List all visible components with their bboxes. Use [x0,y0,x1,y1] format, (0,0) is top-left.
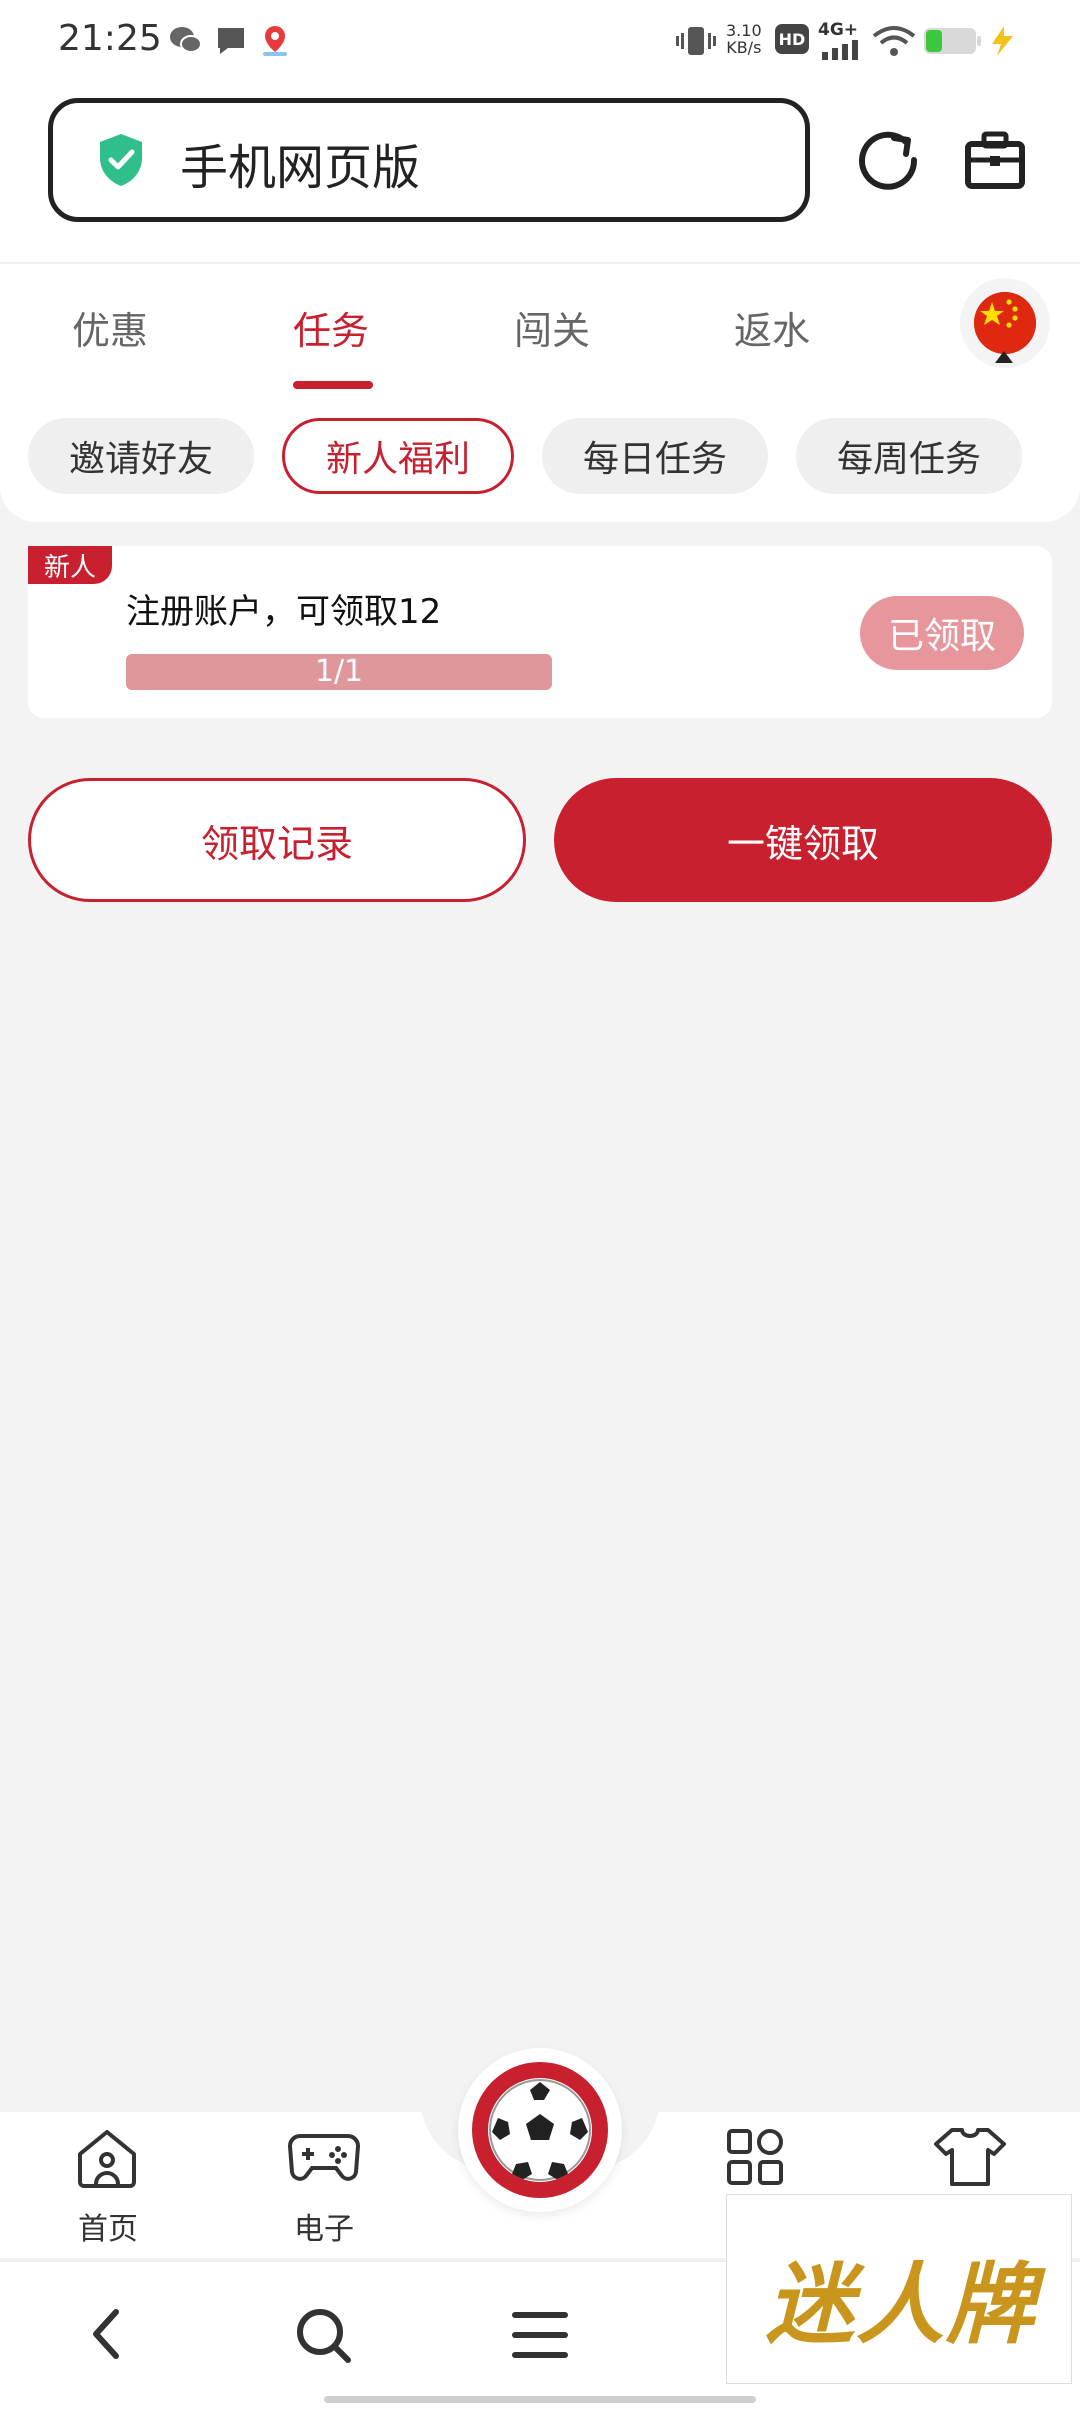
vibrate-icon [676,27,716,55]
signal-icon [822,40,858,60]
hd-badge: HD [775,24,809,54]
home-indicator[interactable] [324,2396,756,2403]
claim-record-button[interactable]: 领取记录 [28,778,526,902]
new-badge: 新人 [28,546,112,584]
home-icon[interactable] [74,2126,140,2190]
task-progress-text: 1/1 [314,654,364,689]
subtab-weekly-tasks[interactable]: 每周任务 [796,418,1022,494]
address-bar[interactable] [48,98,810,222]
task-title: 注册账户，可领取12 [126,592,442,632]
refresh-icon[interactable] [856,128,920,192]
charging-icon [992,26,1013,56]
caret-up-icon [995,351,1013,363]
shield-check-icon [100,134,142,186]
claim-all-button[interactable]: 一键领取 [554,778,1052,902]
tab-fanshui[interactable]: 返水 [734,300,810,355]
speed-unit: KB/s [726,38,762,57]
nav-games-label[interactable]: 电子 [264,2204,384,2248]
speed-value: 3.10 [726,21,762,40]
wechat-icon [170,27,202,53]
china-flag-icon [974,292,1036,354]
jersey-icon[interactable] [934,2126,1008,2190]
subtab-invite-friends[interactable]: 邀请好友 [28,418,254,494]
battery-icon [924,28,981,54]
active-tab-indicator [293,381,373,389]
network-type-label: 4G+ [818,20,859,40]
menu-icon[interactable] [512,2310,568,2360]
subtab-newcomer-bonus[interactable]: 新人福利 [282,418,514,494]
apps-grid-icon[interactable] [726,2128,784,2186]
url-text: 手机网页版 [180,140,421,196]
toolbox-icon[interactable] [964,130,1026,190]
subtab-daily-tasks[interactable]: 每日任务 [542,418,768,494]
tab-renwu[interactable]: 任务 [293,300,369,355]
watermark-text: 迷人牌 [766,2252,1037,2356]
tab-chuangguan[interactable]: 闯关 [514,300,590,355]
back-icon[interactable] [88,2306,122,2362]
gamepad-icon[interactable] [286,2128,362,2184]
wifi-icon [872,26,916,56]
tab-youhui[interactable]: 优惠 [72,300,148,355]
network-type: 4G+ [818,20,858,40]
claimed-button[interactable]: 已领取 [860,596,1024,670]
message-icon [218,28,244,54]
status-time: 21:25 [58,18,162,59]
status-bar [0,0,1080,84]
soccer-ball-icon [488,2078,592,2182]
map-pin-icon [263,26,287,56]
search-icon[interactable] [294,2306,354,2366]
nav-home-label[interactable]: 首页 [48,2204,168,2248]
network-speed: 3.10 KB/s [726,22,762,56]
